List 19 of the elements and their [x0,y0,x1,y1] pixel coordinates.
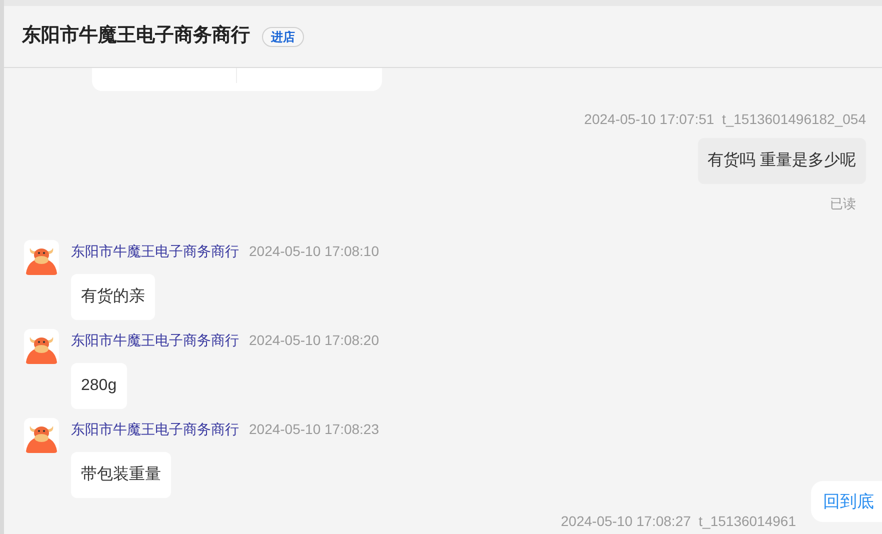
sender-name: 东阳市牛魔王电子商务商行 [71,420,239,436]
scroll-to-bottom-button[interactable]: 回到底 [811,480,882,522]
message-meta: 2024-05-10 17:07:51 t_1513601496182_054 [584,110,866,128]
avatar-icon [24,240,59,274]
enter-store-button[interactable]: 进店 [262,26,304,46]
message-bubble: 有货吗 重量是多少呢 [698,138,866,184]
message-meta: 2024-05-10 17:08:27 t_15136014961 [560,512,796,530]
message-bubble: 带包装重量 [71,452,171,498]
avatar-icon [24,328,59,364]
shop-title: 东阳市牛魔王电子商务商行 [22,24,250,48]
message-bubble: 280g [71,362,127,408]
sender-name: 东阳市牛魔王电子商务商行 [71,332,239,348]
avatar-icon [24,418,59,452]
message-bubble: 有货的亲 [71,274,155,320]
message-time: 2024-05-10 17:08:10 [249,242,379,258]
message-time: 2024-05-10 17:08:23 [249,420,379,436]
sender-name: 东阳市牛魔王电子商务商行 [71,242,239,258]
read-status: 已读 [830,195,856,213]
message-time: 2024-05-10 17:08:20 [249,332,379,348]
